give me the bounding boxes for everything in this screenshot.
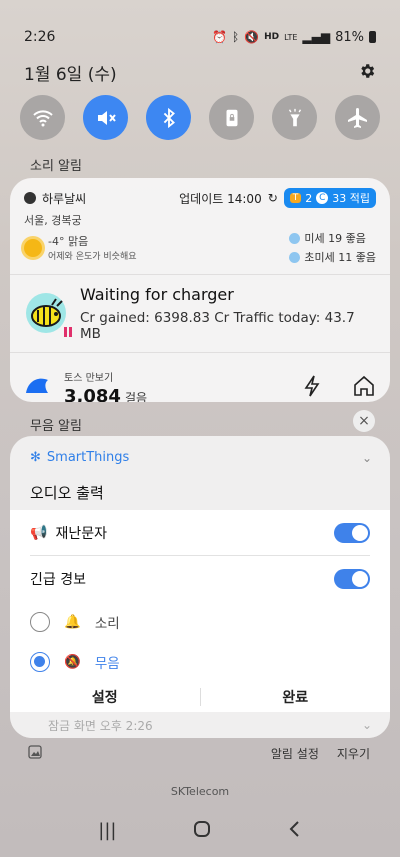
smartthings-icon: ✻ [30,450,41,465]
sun-icon [24,238,42,257]
weather-compare: 어제와 온도가 비슷해요 [48,252,137,262]
bluetooth-status-icon: ᛒ [231,30,240,44]
battery-percent: 81% [335,29,364,45]
navigation-bar: ||| [0,820,400,843]
lightning-icon[interactable] [302,374,322,402]
portrait-lock-icon [226,109,237,126]
steps-unit: 걸음 [124,391,148,402]
mute-option[interactable]: 🔕 무음 [30,642,370,682]
weather-location: 서울, 경복궁 [24,214,82,227]
home-nav-icon[interactable] [193,820,211,843]
steps-count: 3,084 [64,386,121,402]
battery-icon [369,31,376,43]
dust-face-icon [289,232,301,244]
smartthings-footer: 설정 완료 [10,682,390,712]
bluetooth-toggle[interactable] [146,95,191,140]
weather-body[interactable]: 서울, 경복궁 -4° 맑음 어제와 온도가 비슷해요 미세 19 좋음 초미세… [10,208,390,268]
t-points-value: 2 [305,191,313,205]
done-button[interactable]: 완료 [201,687,391,707]
weather-updated: 업데이트 14:00 [179,191,262,206]
fine-dust-face-icon [289,251,301,263]
disaster-message-toggle[interactable] [334,522,370,543]
close-icon[interactable]: × [353,410,375,432]
sound-alerts-card: 하루날씨 업데이트 14:00 ↻ T 2 C 33 적립 서울, 경복궁 -4… [10,178,390,402]
mute-icon [97,110,116,125]
flashlight-icon [288,108,301,126]
chevron-down-icon[interactable]: ⌄ [362,451,372,465]
audio-output-panel: 📢 재난문자 긴급 경보 🔔 소리 🔕 무음 [10,510,390,690]
back-icon[interactable] [288,820,302,843]
image-icon[interactable] [28,745,42,762]
fine-dust-value: 초미세 11 좋음 [304,251,376,264]
hd-badge: HD [264,32,280,42]
peek-text: 잠금 화면 오후 2:26 [48,718,153,733]
date-label: 1월 6일 (수) [24,65,117,85]
t-points-icon: T [289,193,302,203]
bell-off-icon: 🔕 [64,654,81,670]
carrier-label: SKTelecom [170,785,230,798]
bee-app-icon [24,291,72,337]
airplane-icon [347,107,367,128]
clock: 2:26 [24,29,56,45]
charger-title: Waiting for charger [80,285,234,304]
portrait-lock-toggle[interactable] [209,95,254,140]
weather-app-name: 하루날씨 [42,191,87,206]
airplane-toggle[interactable] [335,95,380,140]
wifi-icon [32,109,53,126]
sound-option[interactable]: 🔔 소리 [30,602,370,642]
sound-radio[interactable] [30,612,50,632]
charger-notification[interactable]: Waiting for charger Cr gained: 6398.83 C… [10,275,390,352]
mute-status-icon: 🔇 [244,30,260,44]
bell-icon: 🔔 [64,614,81,630]
flashlight-toggle[interactable] [272,95,317,140]
date-row: 1월 6일 (수) [24,60,376,85]
recents-icon[interactable]: ||| [98,820,116,843]
sound-option-label: 소리 [94,616,120,632]
toss-label: 토스 만보기 [64,373,114,384]
emergency-alert-row[interactable]: 긴급 경보 [30,556,370,602]
c-points-icon: C [316,192,329,204]
pause-badge-icon [64,326,72,337]
dust-value: 미세 19 좋음 [304,232,366,245]
mute-option-label: 무음 [94,656,120,672]
disaster-message-row[interactable]: 📢 재난문자 [30,510,370,556]
chevron-down-icon: ⌄ [361,718,372,732]
weather-app-icon [24,192,36,204]
points-pill[interactable]: T 2 C 33 적립 [283,188,376,208]
lte-badge: LTE [284,32,298,42]
mute-radio[interactable] [30,652,50,672]
clear-button[interactable]: 지우기 [337,745,370,762]
silent-alerts-label: 무음 알림 [30,419,82,434]
settings-gear-icon[interactable] [358,62,376,84]
wifi-toggle[interactable] [20,95,65,140]
home-icon[interactable] [352,374,376,402]
mute-toggle[interactable] [83,95,128,140]
sound-alerts-label: 소리 알림 [30,159,82,174]
smartthings-card: ✻ SmartThings ⌄ 오디오 출력 📢 재난문자 긴급 경보 🔔 소리… [10,436,390,738]
toss-pedometer-notification[interactable]: 토스 만보기 3,084 걸음 [10,353,390,402]
notification-settings-button[interactable]: 알림 설정 [271,745,319,762]
megaphone-icon: 📢 [30,524,48,541]
quick-settings-row [20,95,380,140]
charger-detail: Cr gained: 6398.83 Cr Traffic today: 43.… [80,310,355,342]
alarm-icon: ⏰ [211,30,227,44]
weather-temp: -4° 맑음 [48,235,89,248]
smartthings-header[interactable]: ✻ SmartThings ⌄ [10,436,390,465]
settings-button[interactable]: 설정 [10,687,200,707]
toss-app-icon [24,375,50,401]
hidden-notification-peek: 잠금 화면 오후 2:26 ⌄ [10,712,390,738]
c-points-value: 33 적립 [332,192,370,205]
weather-header[interactable]: 하루날씨 업데이트 14:00 ↻ T 2 C 33 적립 [10,178,390,208]
status-bar: 2:26 ⏰ ᛒ 🔇 HD LTE ▂▄▆ 81% [24,26,376,48]
smartthings-app-name: SmartThings [46,450,130,465]
refresh-icon[interactable]: ↻ [268,191,278,205]
disaster-message-label: 재난문자 [55,525,107,542]
notification-actions: 알림 설정 지우기 [28,745,370,762]
emergency-alert-toggle[interactable] [334,569,370,589]
bluetooth-icon [163,107,175,128]
signal-icon: ▂▄▆ [302,30,331,44]
emergency-alert-label: 긴급 경보 [30,572,86,588]
